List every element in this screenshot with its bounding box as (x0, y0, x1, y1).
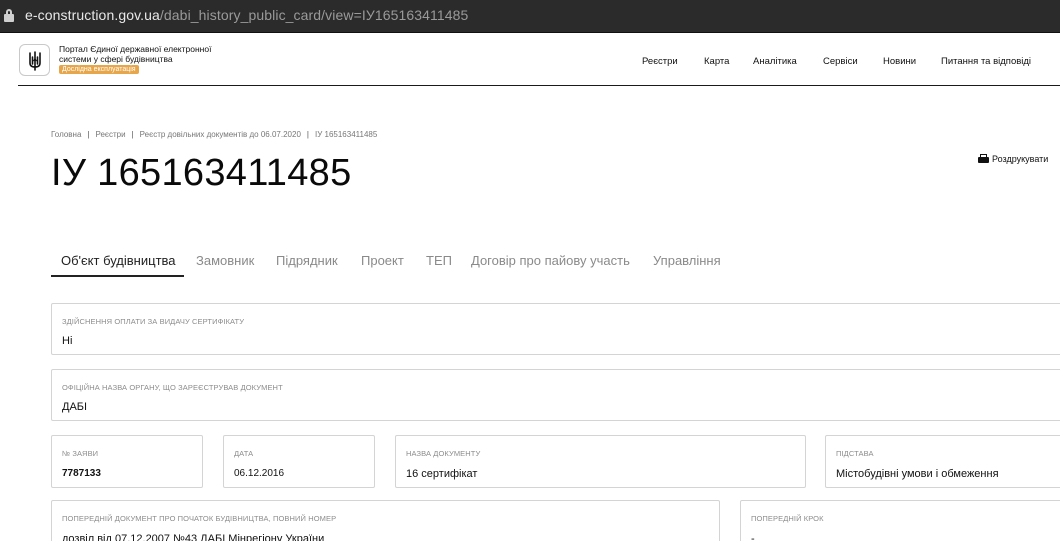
browser-url-bar[interactable]: e-construction.gov.ua/dabi_history_publi… (0, 0, 1060, 33)
nav-item-faq[interactable]: Питання та відповіді (941, 56, 1031, 67)
tab-bar: Об'єкт будівництва Замовник Підрядник Пр… (51, 253, 751, 277)
tab-contractor[interactable]: Підрядник (276, 253, 338, 268)
field-previous-step: Попередній крок - (740, 500, 1060, 541)
nav-item-news[interactable]: Новини (883, 56, 916, 67)
tab-project[interactable]: Проект (361, 253, 404, 268)
printer-icon (978, 154, 989, 163)
field-value: 16 сертифікат (406, 468, 478, 480)
nav-item-map[interactable]: Карта (704, 56, 729, 67)
field-value: дозвіл від 07.12.2007 №43 ДАБІ Мінрегіон… (62, 533, 325, 541)
active-tab-indicator (51, 275, 184, 277)
field-payment: Здійснення оплати за видачу сертифікату … (51, 303, 1060, 355)
field-value: 06.12.2016 (234, 468, 285, 479)
breadcrumb: Головна | Реєстри | Реєстр довільних докумен… (51, 130, 378, 139)
main-nav: Реєстри Карта Аналітика Сервіси Новини П… (18, 56, 1060, 70)
field-authority: Офіційна назва органу, що зареєстрував д… (51, 369, 1060, 421)
field-label: Дата (234, 449, 254, 458)
breadcrumb-current: ІУ 165163411485 (314, 130, 378, 139)
tab-customer[interactable]: Замовник (196, 253, 254, 268)
field-label: Підстава (836, 449, 874, 458)
field-label: Офіційна назва органу, що зареєстрував д… (62, 383, 283, 392)
print-button[interactable]: Роздрукувати (978, 154, 1048, 164)
field-value: Містобудівні умови і обмеження (836, 468, 999, 480)
lock-icon (4, 9, 14, 23)
field-value: Ні (62, 335, 73, 347)
nav-item-registries[interactable]: Реєстри (642, 56, 678, 67)
field-label: Назва документу (406, 449, 481, 458)
page-title: ІУ 165163411485 (51, 152, 352, 194)
tab-construction-object[interactable]: Об'єкт будівництва (61, 253, 176, 268)
field-value: - (751, 533, 755, 541)
field-label: Попередній документ про початок будівниц… (62, 514, 337, 523)
tab-management[interactable]: Управління (653, 253, 721, 268)
field-previous-document: Попередній документ про початок будівниц… (51, 500, 720, 541)
field-label: № заяви (62, 449, 99, 458)
tab-share-agreement[interactable]: Договір про пайову участь (471, 253, 630, 268)
field-date: Дата 06.12.2016 (223, 435, 375, 488)
field-application-number: № заяви 7787133 (51, 435, 203, 488)
breadcrumb-registries[interactable]: Реєстри (95, 130, 125, 139)
field-value: 7787133 (62, 468, 101, 479)
field-value: ДАБІ (62, 401, 88, 413)
breadcrumb-home[interactable]: Головна (51, 130, 81, 139)
address-text[interactable]: e-construction.gov.ua/dabi_history_publi… (25, 7, 468, 23)
field-label: Попередній крок (751, 514, 824, 523)
tab-tep[interactable]: ТЕП (426, 253, 452, 268)
nav-item-analytics[interactable]: Аналітика (753, 56, 797, 67)
site-header: Портал Єдиної державної електронної сист… (18, 33, 1060, 86)
field-label: Здійснення оплати за видачу сертифікату (62, 317, 245, 326)
field-document-name: Назва документу 16 сертифікат (395, 435, 806, 488)
breadcrumb-registry[interactable]: Реєстр довільних документів до 06.07.202… (140, 130, 301, 139)
nav-item-services[interactable]: Сервіси (823, 56, 858, 67)
field-basis: Підстава Містобудівні умови і обмеження (825, 435, 1060, 488)
